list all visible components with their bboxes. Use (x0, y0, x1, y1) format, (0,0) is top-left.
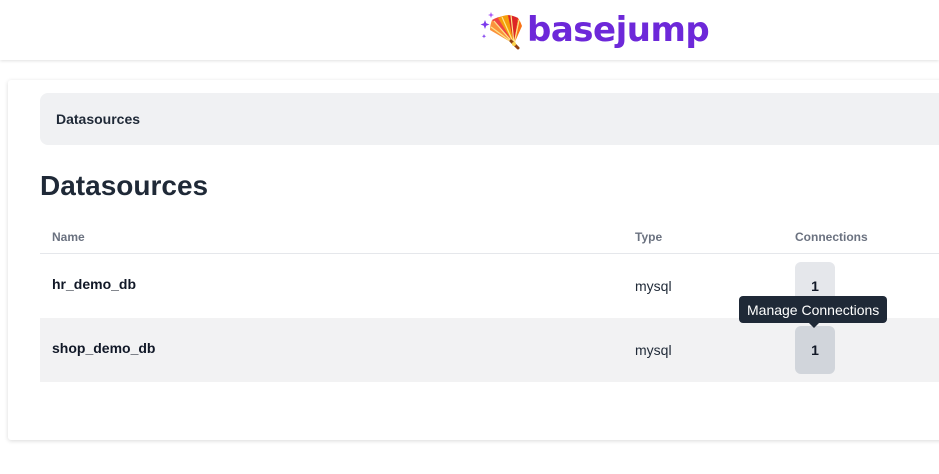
datasource-name[interactable]: hr_demo_db (52, 276, 136, 292)
datasource-type: mysql (635, 342, 672, 358)
tooltip-arrow (809, 323, 819, 328)
manage-connections-tooltip: Manage Connections (739, 296, 888, 328)
breadcrumb: Datasources (40, 93, 939, 145)
folding-fan-sparkles-icon (478, 10, 524, 50)
manage-connections-button[interactable]: 1 (795, 326, 835, 374)
column-header-name: Name (52, 230, 85, 244)
page-title: Datasources (40, 170, 209, 201)
datasource-name[interactable]: shop_demo_db (52, 340, 155, 356)
column-header-connections: Connections (795, 230, 868, 244)
column-header-type: Type (635, 230, 663, 244)
logo-link[interactable]: basejump (478, 8, 710, 52)
breadcrumb-item-datasources[interactable]: Datasources (56, 111, 140, 127)
logo-text: basejump (527, 10, 710, 50)
table-header: Name Type Connections (40, 222, 939, 254)
table-row: shop_demo_db mysql 1 (40, 318, 939, 382)
tooltip-text: Manage Connections (747, 301, 880, 318)
top-navbar: basejump (0, 0, 939, 60)
datasource-type: mysql (635, 278, 672, 294)
